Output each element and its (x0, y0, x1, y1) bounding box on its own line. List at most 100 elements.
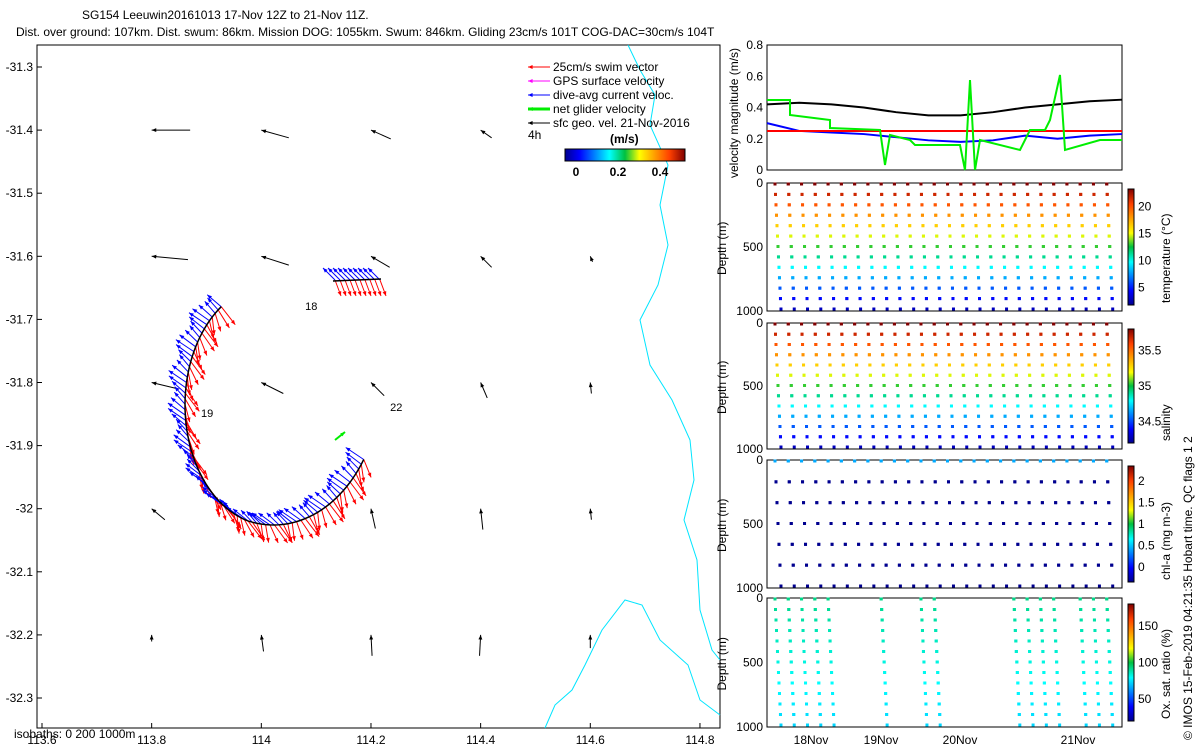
section-point (840, 480, 844, 484)
section-point (1095, 255, 1099, 259)
section-point (1017, 713, 1021, 716)
section-point (1082, 542, 1086, 546)
section-point (960, 480, 964, 484)
section-point (912, 445, 916, 449)
section-point (1001, 501, 1005, 505)
section-point (923, 276, 927, 280)
section-point (1031, 297, 1035, 301)
section-point (815, 639, 819, 643)
section-point (1039, 618, 1043, 622)
section-point (817, 404, 821, 408)
colorbar-tick: 100 (1138, 656, 1158, 670)
section-point (934, 501, 938, 505)
section-point (988, 522, 992, 525)
dac-vector-head (192, 308, 198, 313)
section-point (814, 618, 818, 622)
section-point (1043, 286, 1047, 290)
section-point (909, 384, 913, 387)
section-point (1003, 542, 1007, 546)
section-point (858, 425, 862, 428)
section-point (773, 608, 777, 611)
geo-vector-head (588, 634, 593, 640)
section-point (830, 671, 834, 674)
section-panel: 05001000Depth (m)34.53535.5salinity (715, 316, 1173, 456)
depth-label: Depth (m) (715, 222, 729, 275)
section-point (1052, 332, 1056, 336)
section-point (1057, 425, 1061, 428)
section-point (830, 255, 834, 259)
section-point (1018, 584, 1022, 588)
section-point (1015, 660, 1019, 664)
section-point (950, 286, 954, 290)
section-point (951, 445, 955, 449)
section-point (841, 363, 845, 367)
section-point (910, 404, 914, 408)
section-point (813, 608, 817, 611)
section-point (845, 435, 849, 439)
section-point (826, 322, 830, 326)
section-point (1027, 363, 1031, 367)
section-point (990, 425, 994, 428)
section-point (843, 255, 847, 259)
section-point (907, 213, 911, 217)
swim-vector-head (367, 291, 372, 296)
section-point (1043, 563, 1047, 567)
section-point (911, 297, 915, 301)
section-point (932, 597, 936, 601)
depth-label: Depth (m) (715, 499, 729, 552)
section-point (960, 213, 964, 217)
section-point (1105, 332, 1109, 336)
section-point (962, 384, 966, 387)
section-point (857, 542, 861, 546)
section-point (906, 332, 910, 336)
section-point (1031, 584, 1035, 588)
geo-vector-head (149, 634, 154, 640)
section-point (841, 353, 845, 357)
section-point (921, 234, 925, 238)
section-point (1081, 650, 1085, 653)
section-point (1017, 286, 1021, 290)
section-point (1097, 435, 1101, 439)
x-tick-label: 114.2 (356, 733, 385, 747)
section-point (827, 332, 831, 336)
section-point (1056, 276, 1060, 280)
section-point (1000, 203, 1004, 207)
section-point (1014, 501, 1018, 505)
section-point (1065, 322, 1069, 326)
section-point (1026, 608, 1030, 611)
section-point (1015, 384, 1019, 387)
section-point (814, 203, 818, 207)
dac-vector-head (185, 467, 191, 473)
section-point (1003, 276, 1007, 280)
section-point (882, 373, 886, 377)
section-point (923, 414, 927, 418)
section-point (802, 224, 806, 228)
section-point (972, 182, 976, 186)
section-point (976, 394, 980, 398)
section-point (892, 182, 896, 186)
section-point (964, 435, 968, 439)
section-point (885, 307, 889, 311)
section-point (1018, 307, 1022, 311)
section-point (880, 608, 884, 611)
colorbar-tick: 35 (1138, 379, 1152, 393)
section-point (826, 597, 830, 601)
section-point (792, 435, 796, 439)
section-point (987, 213, 991, 217)
section-point (777, 404, 781, 408)
section-point (1093, 501, 1097, 505)
section-point (854, 203, 858, 207)
section-point (1106, 480, 1110, 484)
section-point (934, 224, 938, 228)
section-point (1106, 343, 1110, 346)
swim-vector-head (203, 350, 207, 356)
section-point (1031, 445, 1035, 449)
section-point (897, 425, 901, 428)
section-point (778, 563, 782, 567)
section-point (1083, 563, 1087, 567)
section-point (1081, 522, 1085, 525)
y-tick-label: -32.3 (6, 691, 34, 705)
section-point (912, 584, 916, 588)
section-point (1108, 394, 1112, 398)
section-point (1055, 394, 1059, 398)
